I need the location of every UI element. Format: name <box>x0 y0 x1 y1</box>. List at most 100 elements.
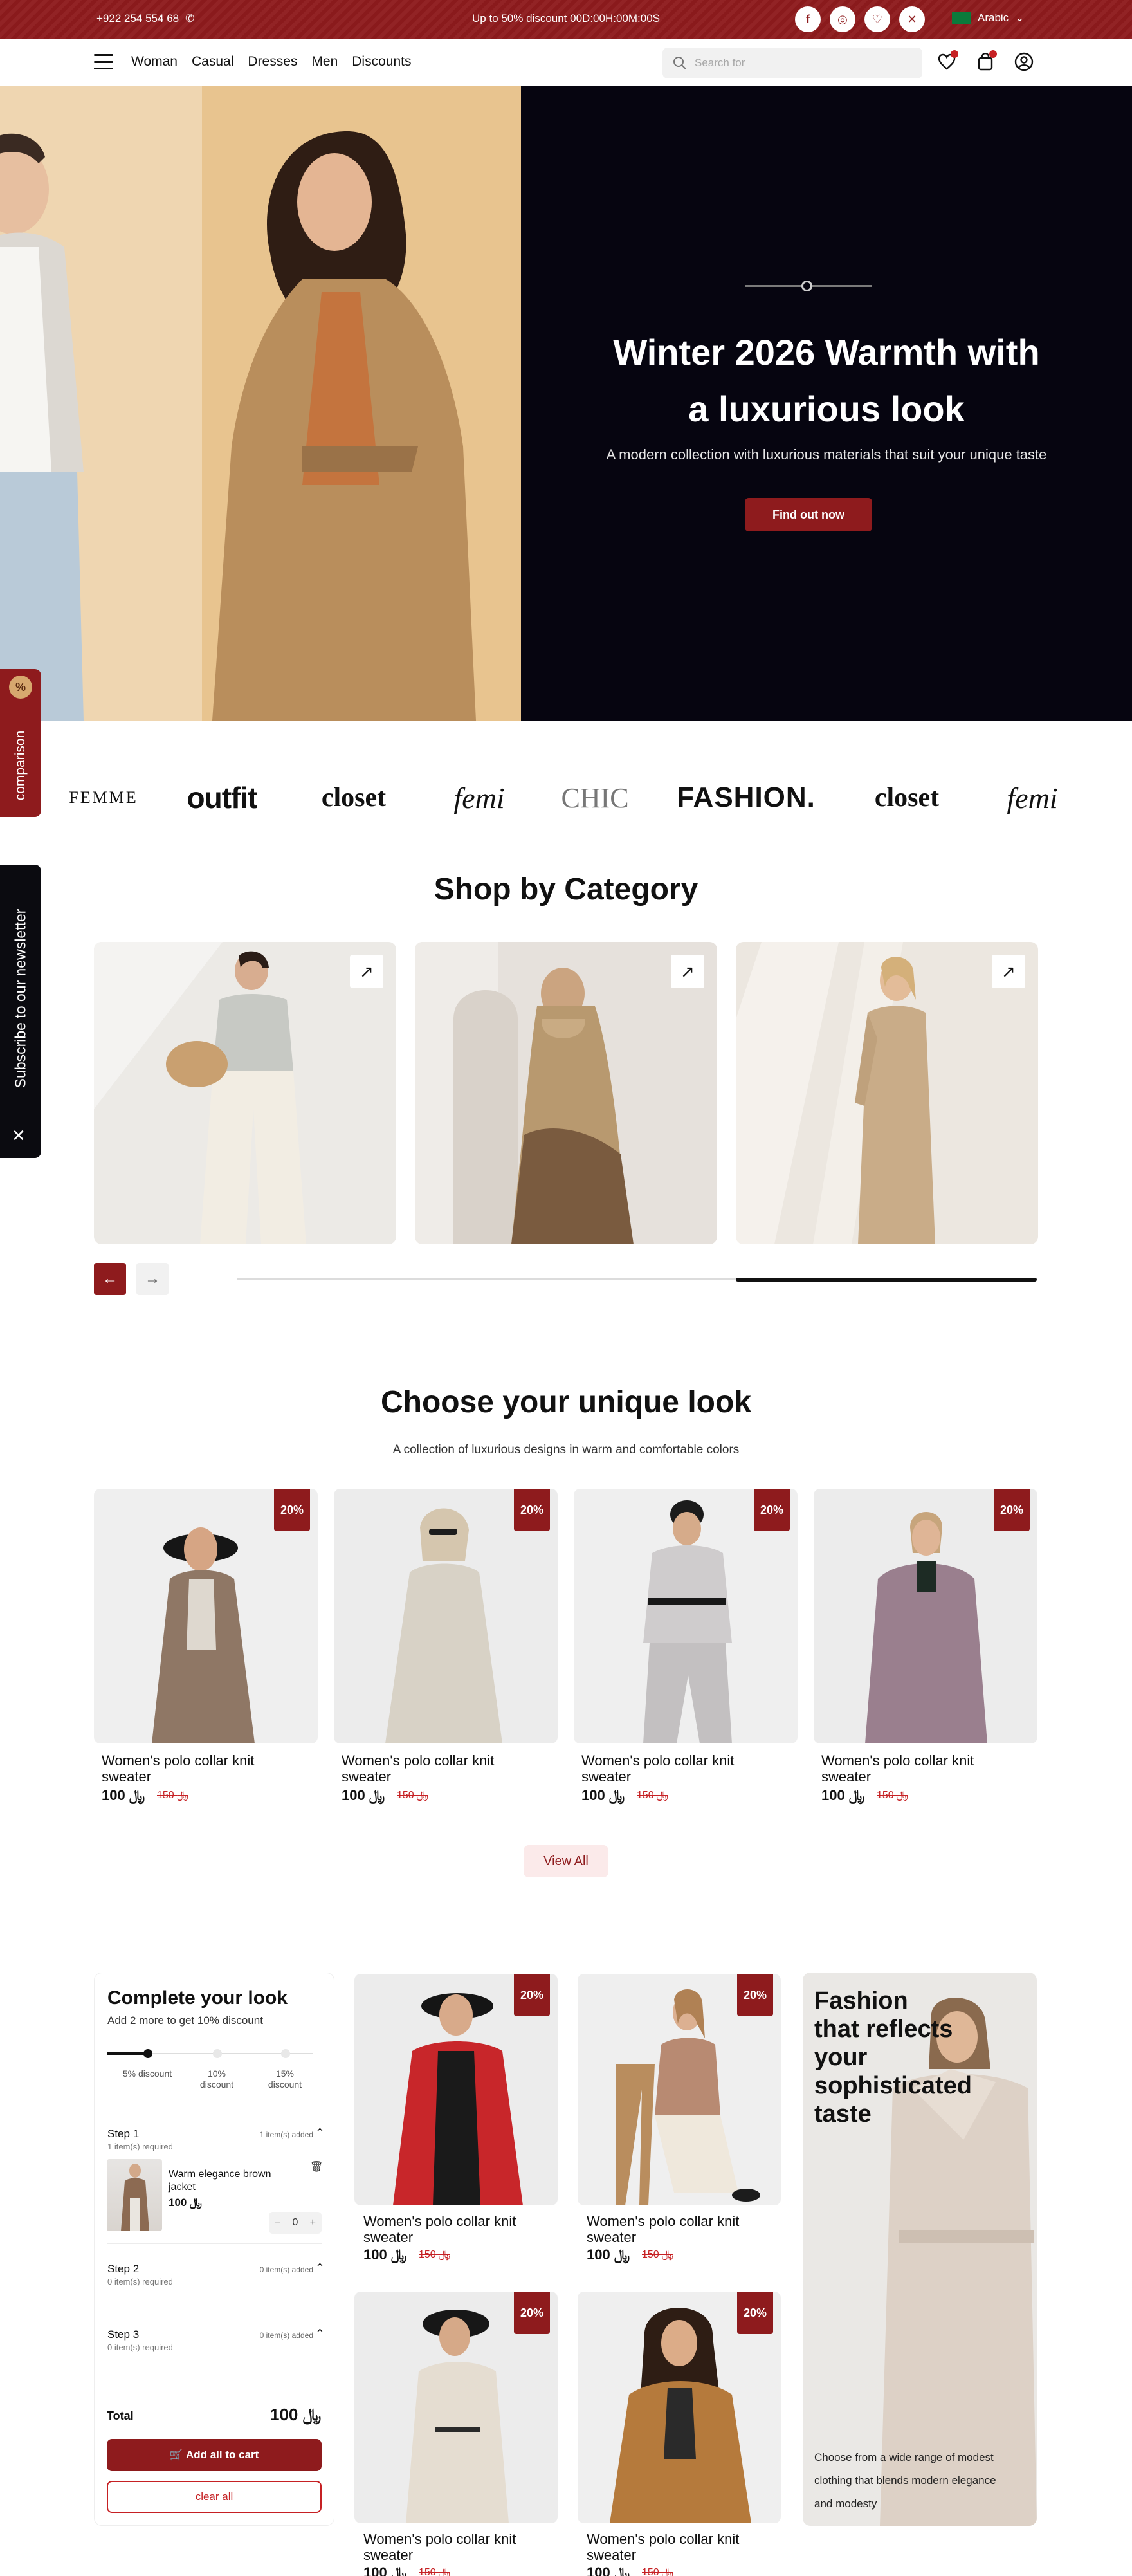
language-selector[interactable]: Arabic ⌄ <box>952 12 1024 24</box>
close-icon[interactable]: ✕ <box>12 1126 26 1146</box>
brand-logo-femi[interactable]: femi <box>437 769 521 827</box>
percent-icon: % <box>9 676 32 699</box>
brand-strip: FEMME outfit closet femi CHIC FASHION. c… <box>0 769 1132 827</box>
arrow-right-icon[interactable]: → <box>136 1263 169 1295</box>
product-price: 100 ﷼ <box>581 1787 625 1803</box>
product-price: 100 ﷼ <box>342 1787 385 1803</box>
step-1-header[interactable]: Step 1 1 item(s) required 1 item(s) adde… <box>107 2126 325 2151</box>
unique-look-subtitle: A collection of luxurious designs in war… <box>392 1443 740 1457</box>
product-name[interactable]: Women's polo collar knit sweater <box>363 2213 556 2245</box>
minus-icon[interactable]: − <box>275 2217 280 2229</box>
menu-icon[interactable] <box>94 54 113 69</box>
cart-item-name[interactable]: Warm elegance brown jacket <box>169 2168 271 2194</box>
x-icon[interactable]: ✕ <box>899 6 925 32</box>
quantity-stepper[interactable]: − 0 + <box>269 2212 322 2234</box>
product-price: 100 ﷼ <box>821 1787 865 1803</box>
product-name[interactable]: Women's polo collar knit sweater <box>587 2213 780 2245</box>
chevron-up-icon[interactable]: ⌃ <box>315 2261 325 2275</box>
clear-all-button[interactable]: clear all <box>107 2481 322 2513</box>
brand-logo-femme[interactable]: FEMME <box>62 769 145 827</box>
hero-slider-indicator[interactable] <box>745 281 872 291</box>
nav-item-woman[interactable]: Woman <box>131 54 178 69</box>
progress-dot <box>281 2049 290 2058</box>
quantity-value: 0 <box>292 2217 298 2228</box>
cart-item-image[interactable] <box>107 2159 162 2231</box>
language-label: Arabic <box>978 12 1009 24</box>
product-name[interactable]: Women's polo collar knit sweater <box>581 1753 787 1785</box>
newsletter-tab[interactable]: Subscribe to our newsletter ✕ <box>0 865 41 1158</box>
newsletter-label: Subscribe to our newsletter <box>12 908 29 1089</box>
search-box <box>662 48 922 78</box>
trash-icon[interactable]: 🗑 <box>310 2160 323 2173</box>
category-title: Shop by Category <box>434 872 698 906</box>
discount-badge: 20% <box>737 1974 773 2016</box>
arrow-up-right-icon[interactable]: ↗ <box>350 955 383 988</box>
view-all-button[interactable]: View All <box>524 1845 608 1877</box>
product-name[interactable]: Women's polo collar knit sweater <box>102 1753 307 1785</box>
product-name[interactable]: Women's polo collar knit sweater <box>363 2531 556 2563</box>
brand-logo-chic[interactable]: CHIC <box>553 769 637 827</box>
nav-item-men[interactable]: Men <box>311 54 338 69</box>
brand-logo-outfit[interactable]: outfit <box>180 769 264 827</box>
nav-menu: Woman Casual Dresses Men Discounts <box>131 54 411 69</box>
cart-badge <box>989 50 997 58</box>
find-out-now-button[interactable]: Find out now <box>745 498 872 531</box>
snapchat-icon[interactable]: ♡ <box>864 6 890 32</box>
nav-item-casual[interactable]: Casual <box>192 54 233 69</box>
chevron-up-icon[interactable]: ⌃ <box>315 2126 325 2140</box>
discount-progress-fill <box>107 2052 147 2055</box>
user-icon[interactable] <box>1011 49 1037 75</box>
chevron-down-icon: ⌄ <box>1015 12 1025 24</box>
total-label: Total <box>107 2409 134 2422</box>
fashion-promo-panel[interactable]: Fashion that reflects your sophisticated… <box>803 1973 1037 2526</box>
discount-badge: 20% <box>754 1489 790 1531</box>
step-3-header[interactable]: Step 3 0 item(s) required 0 item(s) adde… <box>107 2327 325 2352</box>
product-old-price: 150 ﷼ <box>877 1790 908 1801</box>
carousel-progress-fill <box>736 1278 1037 1282</box>
search-icon <box>673 57 686 69</box>
complete-look-title: Complete your look <box>107 1987 288 2009</box>
product-price: 100 ﷼ <box>102 1787 145 1803</box>
category-card[interactable]: ↗ <box>94 942 396 1244</box>
brand-logo-closet[interactable]: closet <box>302 769 405 827</box>
product-name[interactable]: Women's polo collar knit sweater <box>821 1753 1027 1785</box>
brand-logo-femi-2[interactable]: femi <box>990 769 1074 827</box>
category-card[interactable]: ↗ <box>415 942 717 1244</box>
fashion-title: Fashion that reflects your sophisticated… <box>814 1987 972 2128</box>
facebook-icon[interactable]: f <box>795 6 821 32</box>
progress-dot <box>213 2049 222 2058</box>
discount-badge: 20% <box>737 2292 773 2334</box>
total-value: 100 ﷼ <box>270 2405 322 2424</box>
bag-icon[interactable] <box>972 49 998 75</box>
nav-icons <box>934 49 1037 75</box>
product-name[interactable]: Women's polo collar knit sweater <box>587 2531 780 2563</box>
product-old-price: 150 ﷼ <box>419 2567 450 2576</box>
nav-item-discounts[interactable]: Discounts <box>352 54 411 69</box>
plus-icon[interactable]: + <box>310 2217 316 2229</box>
complete-look-subtitle: Add 2 more to get 10% discount <box>107 2014 263 2027</box>
discount-badge: 20% <box>514 1974 550 2016</box>
product-price: 100 ﷼ <box>587 2247 630 2263</box>
nav-item-dresses[interactable]: Dresses <box>248 54 297 69</box>
product-price: 100 ﷼ <box>363 2247 407 2263</box>
product-old-price: 150 ﷼ <box>637 1790 668 1801</box>
fashion-text: Choose from a wide range of modest cloth… <box>814 2451 996 2510</box>
instagram-icon[interactable]: ◎ <box>830 6 855 32</box>
category-card[interactable]: ↗ <box>736 942 1038 1244</box>
product-price: 100 ﷼ <box>587 2564 630 2576</box>
add-all-to-cart-button[interactable]: 🛒 Add all to cart <box>107 2439 322 2471</box>
progress-label: 15% discount <box>268 2068 302 2090</box>
cart-item-price: ﷼ 100 <box>169 2196 202 2209</box>
hero-content: Winter 2026 Warmth with a luxurious look… <box>521 86 1132 721</box>
step-2-header[interactable]: Step 2 0 item(s) required 0 item(s) adde… <box>107 2261 325 2286</box>
arrow-left-icon[interactable]: ← <box>94 1263 126 1295</box>
brand-logo-fashion[interactable]: FASHION. <box>669 769 823 827</box>
arrow-up-right-icon[interactable]: ↗ <box>992 955 1025 988</box>
discount-badge: 20% <box>994 1489 1030 1531</box>
chevron-up-icon[interactable]: ⌃ <box>315 2327 325 2341</box>
brand-logo-closet-2[interactable]: closet <box>855 769 958 827</box>
arrow-up-right-icon[interactable]: ↗ <box>671 955 704 988</box>
heart-icon[interactable] <box>934 49 960 75</box>
product-name[interactable]: Women's polo collar knit sweater <box>342 1753 547 1785</box>
search-input[interactable] <box>695 57 900 69</box>
